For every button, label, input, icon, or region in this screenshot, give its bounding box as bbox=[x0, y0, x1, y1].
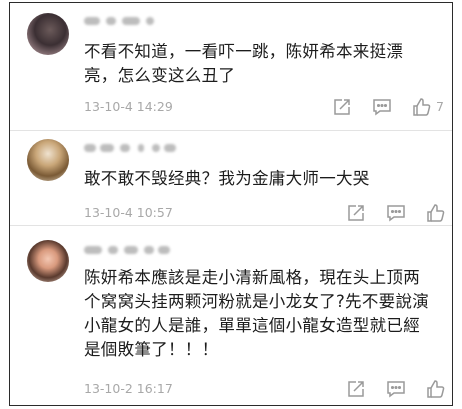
comment-item: 陈妍希本應該是走小清新風格，現在头上顶两个窝窝头挂两颗河粉就是小龙女了?先不要說… bbox=[10, 226, 452, 405]
comment-meta: 13-10-4 10:57 bbox=[84, 203, 446, 223]
comment-item: 不看不知道，一看吓一跳，陈妍希本来挺漂亮，怎么变这么丑了 13-10-4 14:… bbox=[10, 3, 452, 131]
comment-item: 敢不敢不毁经典？我为金庸大师一大哭 13-10-4 10:57 bbox=[10, 131, 452, 225]
thumbs-up-icon[interactable] bbox=[426, 203, 446, 223]
comment-time: 13-10-4 10:57 bbox=[84, 205, 173, 220]
comment-time: 13-10-4 14:29 bbox=[84, 99, 173, 114]
comment-meta: 13-10-4 14:29 7 bbox=[84, 97, 444, 117]
comment-icon[interactable] bbox=[386, 379, 406, 399]
comment-meta: 13-10-2 16:17 bbox=[84, 379, 446, 399]
like-count: 7 bbox=[436, 99, 444, 114]
username-blurred[interactable] bbox=[84, 141, 194, 155]
share-icon[interactable] bbox=[346, 379, 366, 399]
comment-text: 不看不知道，一看吓一跳，陈妍希本来挺漂亮，怎么变这么丑了 bbox=[84, 42, 404, 85]
thumbs-up-icon[interactable] bbox=[426, 379, 446, 399]
comment-time: 13-10-2 16:17 bbox=[84, 381, 173, 396]
username-blurred[interactable] bbox=[84, 14, 194, 28]
share-icon[interactable] bbox=[346, 203, 366, 223]
comment-list: 不看不知道，一看吓一跳，陈妍希本来挺漂亮，怎么变这么丑了 13-10-4 14:… bbox=[9, 2, 453, 406]
share-icon[interactable] bbox=[332, 97, 352, 117]
avatar[interactable] bbox=[27, 139, 69, 181]
comment-text: 陈妍希本應該是走小清新風格，現在头上顶两个窝窝头挂两颗河粉就是小龙女了?先不要說… bbox=[84, 268, 430, 359]
comment-icon[interactable] bbox=[372, 97, 392, 117]
avatar[interactable] bbox=[27, 13, 69, 55]
username-blurred[interactable] bbox=[84, 243, 194, 257]
comment-icon[interactable] bbox=[386, 203, 406, 223]
avatar[interactable] bbox=[27, 240, 69, 282]
comment-text: 敢不敢不毁经典？我为金庸大师一大哭 bbox=[84, 169, 370, 188]
thumbs-up-icon[interactable] bbox=[412, 97, 432, 117]
